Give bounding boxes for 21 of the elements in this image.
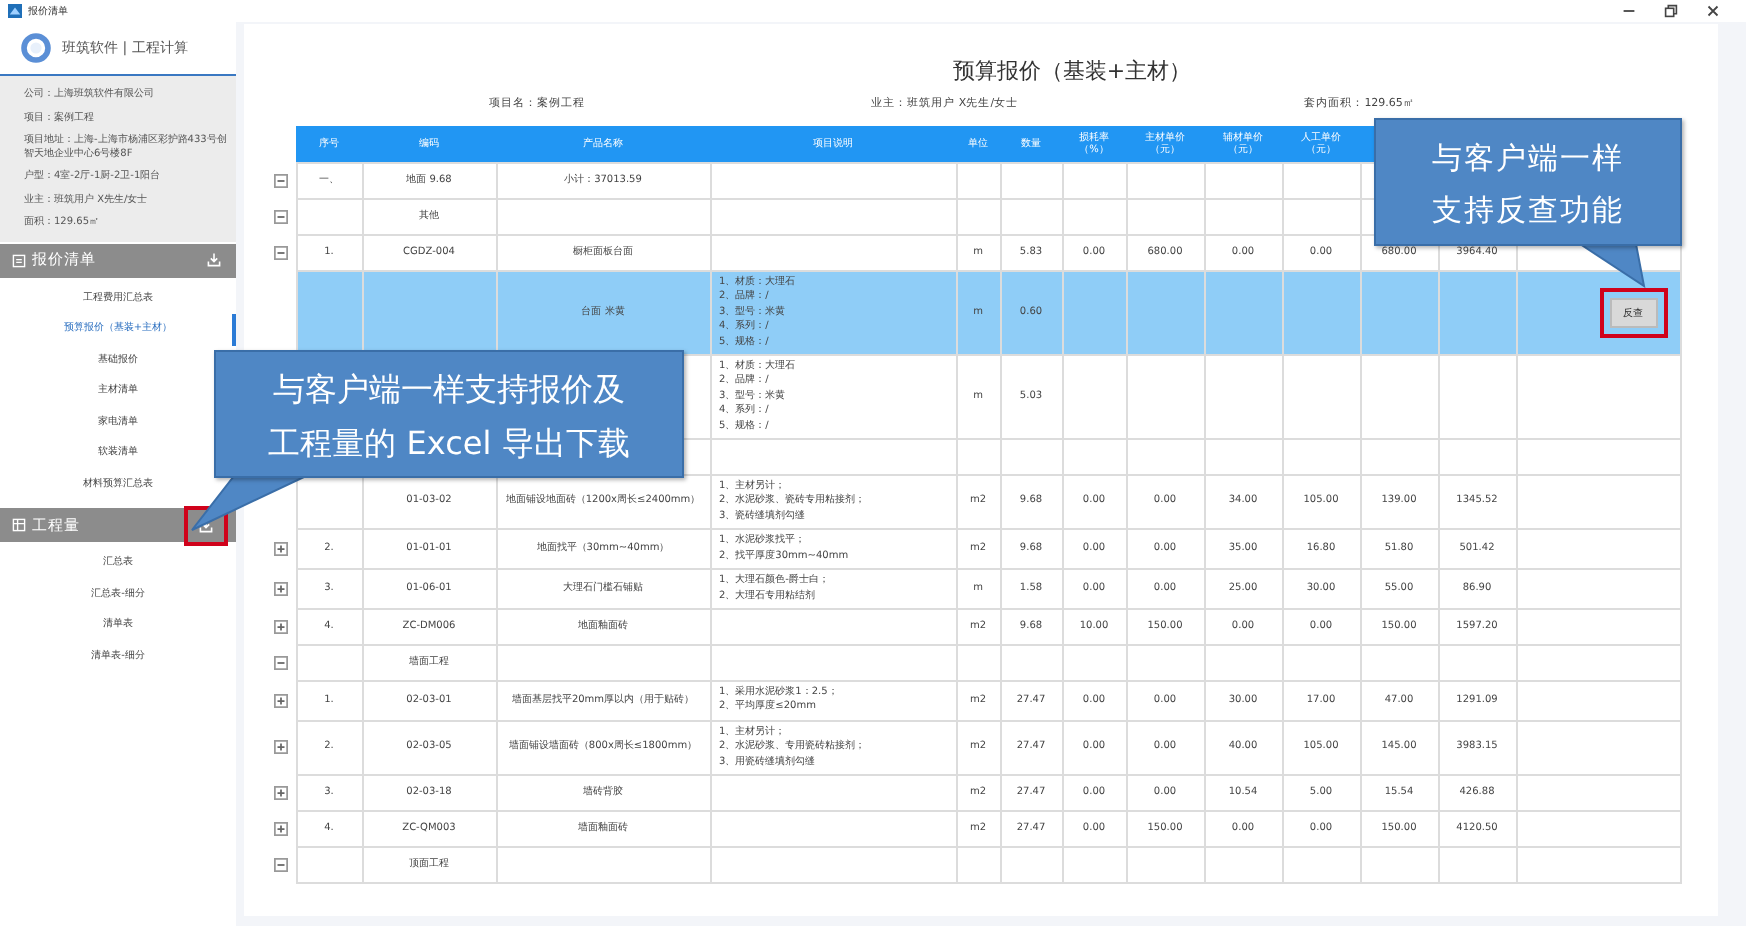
logo-icon xyxy=(20,32,52,64)
expand-icon[interactable] xyxy=(273,740,288,755)
expand-icon[interactable] xyxy=(273,619,288,634)
restore-icon[interactable] xyxy=(1662,2,1680,20)
report-title: 预算报价（基装+主材） xyxy=(950,56,1194,88)
download-icon[interactable] xyxy=(206,252,222,268)
expand-icon[interactable] xyxy=(273,821,288,836)
expand-icon[interactable] xyxy=(273,542,288,557)
callout-pointer xyxy=(1576,244,1648,288)
collapse-icon[interactable] xyxy=(273,210,288,224)
collapse-icon[interactable] xyxy=(273,857,288,872)
collapse-icon[interactable] xyxy=(273,246,288,260)
table-icon xyxy=(12,518,26,532)
expand-icon[interactable] xyxy=(273,785,288,800)
collapse-icon[interactable] xyxy=(273,174,288,188)
app-icon xyxy=(8,4,22,18)
expand-icon[interactable] xyxy=(273,582,288,596)
collapse-icon[interactable] xyxy=(273,655,288,670)
expand-icon[interactable] xyxy=(273,693,288,708)
list-icon xyxy=(12,253,26,267)
close-icon[interactable] xyxy=(1704,2,1722,20)
